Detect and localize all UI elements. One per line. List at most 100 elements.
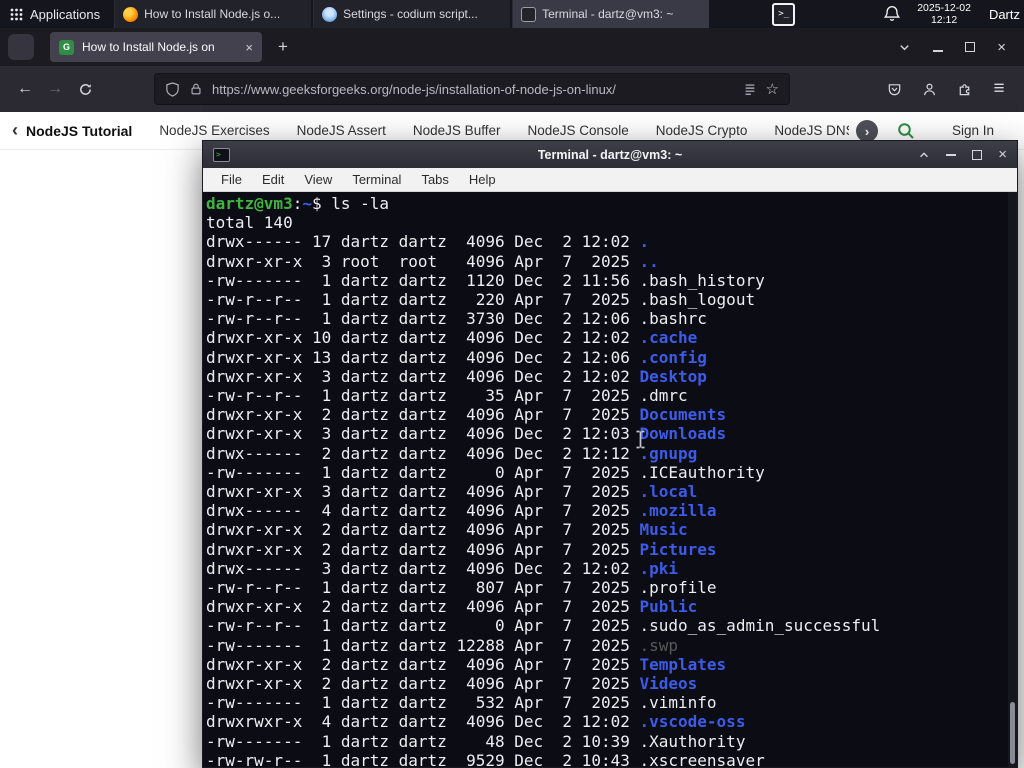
ls-entry: drwxr-xr-x 2 dartz dartz 4096 Apr 7 2025… [206, 520, 1003, 539]
address-bar[interactable]: https://www.geeksforgeeks.org/node-js/in… [154, 73, 790, 105]
total-line: total 140 [206, 213, 293, 233]
terminal-scrollbar[interactable] [1008, 192, 1017, 767]
menu-view[interactable]: View [294, 170, 342, 189]
nav-item[interactable]: NodeJS DNS [774, 123, 849, 139]
terminal-shade-button[interactable] [918, 149, 930, 161]
terminal-icon [521, 6, 537, 22]
site-favicon: G [59, 39, 74, 55]
ls-entry: -rw------- 1 dartz dartz 48 Dec 2 10:39 … [206, 732, 1003, 751]
reader-mode-icon[interactable] [743, 82, 757, 96]
notification-bell-icon[interactable] [883, 5, 901, 23]
terminal-minimize-button[interactable] [946, 153, 957, 156]
ls-entry-name: .mozilla [639, 501, 717, 521]
ls-entry: -rw------- 1 dartz dartz 12288 Apr 7 202… [206, 636, 1003, 655]
ls-entry-name: .sudo_as_admin_successful [639, 616, 881, 636]
shield-icon[interactable] [165, 81, 180, 97]
applications-menu[interactable]: Applications [0, 0, 110, 28]
menu-hamburger-icon[interactable]: ≡ [984, 74, 1014, 104]
ls-entry-name: Templates [639, 654, 727, 674]
reload-button[interactable] [70, 74, 100, 104]
ls-entry: drwxrwxr-x 4 dartz dartz 4096 Dec 2 12:0… [206, 712, 1003, 731]
prompt-dollar: $ [311, 194, 332, 213]
prompt-user-host: dartz@vm3 [206, 194, 293, 213]
ls-entry: drwxr-xr-x 2 dartz dartz 4096 Apr 7 2025… [206, 405, 1003, 424]
panel-user-label[interactable]: Dartz [989, 7, 1020, 22]
lock-icon[interactable] [189, 82, 203, 96]
nav-item[interactable]: NodeJS Buffer [413, 123, 501, 139]
ls-entry-meta: -rw-r--r-- 1 dartz dartz 220 Apr 7 2025 [206, 290, 640, 310]
clock[interactable]: 2025-12-02 12:12 [917, 2, 971, 26]
terminal-app-icon[interactable]: > [213, 147, 230, 162]
back-button[interactable]: ← [10, 74, 40, 104]
site-nav-items: NodeJS Tutorial NodeJS Exercises NodeJS As… [26, 123, 849, 139]
tab-list-chevron-icon[interactable] [898, 41, 911, 54]
ls-entry-meta: -rw-r--r-- 1 dartz dartz 3730 Dec 2 12:0… [206, 309, 640, 329]
ls-entry: drwxr-xr-x 2 dartz dartz 4096 Apr 7 2025… [206, 674, 1003, 693]
firefox-view-icon[interactable] [8, 34, 34, 60]
ls-entry-name: Music [639, 520, 688, 540]
terminal-close-button[interactable]: × [998, 147, 1007, 162]
bookmark-star-icon[interactable]: ☆ [766, 80, 779, 98]
ls-entry-meta: drwxr-xr-x 3 dartz dartz 4096 Dec 2 12:0… [206, 366, 640, 386]
window-maximize-button[interactable] [965, 42, 976, 52]
menu-help[interactable]: Help [459, 170, 506, 189]
menu-terminal[interactable]: Terminal [342, 170, 411, 189]
window-minimize-button[interactable] [933, 50, 944, 52]
ls-entry: -rw-r--r-- 1 dartz dartz 3730 Dec 2 12:0… [206, 309, 1003, 328]
window-close-button[interactable]: × [997, 40, 1006, 55]
firefox-icon [123, 6, 139, 22]
taskbar-button[interactable]: Settings - codium script... [313, 0, 511, 28]
search-icon[interactable] [896, 121, 916, 141]
ls-entry: drwxr-xr-x 13 dartz dartz 4096 Dec 2 12:… [206, 348, 1003, 367]
ls-entry-meta: -rw------- 1 dartz dartz 532 Apr 7 2025 [206, 693, 640, 713]
ls-entry: -rw-rw-r-- 1 dartz dartz 9529 Dec 2 10:4… [206, 751, 1003, 767]
ls-entry-name: .bash_history [639, 270, 765, 290]
nav-item[interactable]: NodeJS Crypto [656, 123, 748, 139]
nav-scroll-right-icon[interactable]: › [856, 120, 878, 142]
ls-entry: drwxr-xr-x 2 dartz dartz 4096 Apr 7 2025… [206, 540, 1003, 559]
menu-tabs[interactable]: Tabs [411, 170, 458, 189]
terminal-maximize-button[interactable] [972, 149, 983, 160]
terminal-screen[interactable]: dartz@vm3:~$ ls -la total 140 drwx------… [203, 192, 1017, 767]
terminal-titlebar[interactable]: > Terminal - dartz@vm3: ~ × [203, 141, 1017, 168]
terminal-scrollbar-thumb[interactable] [1010, 702, 1015, 764]
nav-item[interactable]: NodeJS Assert [297, 123, 386, 139]
ls-listing: drwx------ 17 dartz dartz 4096 Dec 2 12:… [206, 232, 1003, 767]
forward-button[interactable]: → [40, 74, 70, 104]
tab-close-icon[interactable]: × [245, 40, 253, 55]
menu-edit[interactable]: Edit [252, 170, 294, 189]
nav-scroll-left-icon[interactable]: ‹ [12, 120, 18, 141]
toolbar-right-icons: ≡ [879, 74, 1014, 104]
ls-entry: -rw-r--r-- 1 dartz dartz 35 Apr 7 2025 .… [206, 386, 1003, 405]
pocket-icon[interactable] [879, 74, 909, 104]
ls-entry-name: .config [639, 347, 707, 367]
ls-entry-name: .bashrc [639, 309, 707, 329]
applications-label: Applications [30, 6, 101, 22]
top-panel: Applications How to Install Node.js o...… [0, 0, 1024, 28]
extensions-icon[interactable] [949, 74, 979, 104]
terminal-menubar: File Edit View Terminal Tabs Help [203, 168, 1017, 192]
panel-right: >_ 2025-12-02 12:12 Dartz [772, 0, 1024, 28]
taskbar-button[interactable]: Terminal - dartz@vm3: ~ [512, 0, 710, 28]
nav-item[interactable]: NodeJS Exercises [159, 123, 269, 139]
ls-entry: drwxr-xr-x 2 dartz dartz 4096 Apr 7 2025… [206, 597, 1003, 616]
ls-entry-meta: drwxr-xr-x 3 root root 4096 Apr 7 2025 [206, 251, 640, 271]
ls-entry-meta: drwxr-xr-x 2 dartz dartz 4096 Apr 7 2025 [206, 654, 640, 674]
account-icon[interactable] [914, 74, 944, 104]
sign-in-button[interactable]: Sign In [952, 123, 994, 138]
nav-item[interactable]: NodeJS Console [527, 123, 628, 139]
terminal-window: > Terminal - dartz@vm3: ~ × File Edit View… [202, 140, 1018, 768]
ls-entry-meta: drwxr-xr-x 3 dartz dartz 4096 Apr 7 2025 [206, 482, 640, 502]
ls-entry: drwxr-xr-x 3 root root 4096 Apr 7 2025 .… [206, 252, 1003, 271]
nav-item[interactable]: NodeJS Tutorial [26, 123, 132, 139]
browser-tab[interactable]: G How to Install Node.js on × [50, 32, 262, 62]
url-text[interactable]: https://www.geeksforgeeks.org/node-js/in… [212, 82, 734, 97]
taskbar-button[interactable]: How to Install Node.js o... [114, 0, 312, 28]
ls-entry: -rw-r--r-- 1 dartz dartz 220 Apr 7 2025 … [206, 290, 1003, 309]
new-tab-button[interactable]: + [270, 34, 296, 60]
prompt-line: dartz@vm3:~$ ls -la [206, 194, 1003, 213]
tray-terminal-icon[interactable]: >_ [772, 2, 796, 26]
menu-file[interactable]: File [211, 170, 252, 189]
ls-entry: drwxr-xr-x 2 dartz dartz 4096 Apr 7 2025… [206, 655, 1003, 674]
ls-entry-meta: drwxr-xr-x 3 dartz dartz 4096 Dec 2 12:0… [206, 424, 640, 444]
